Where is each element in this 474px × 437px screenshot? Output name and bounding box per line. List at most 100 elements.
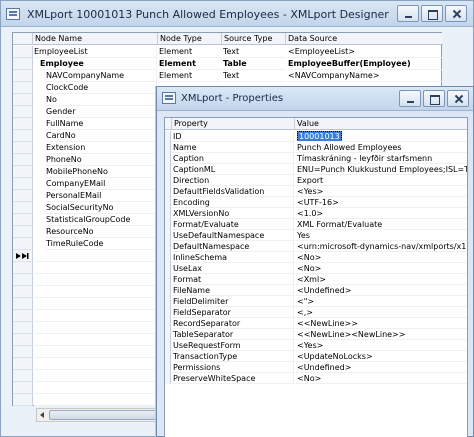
property-row[interactable]: InlineSchema <No> (165, 252, 467, 263)
property-row[interactable]: Permissions <Undefined> (165, 362, 467, 373)
data-source-cell[interactable]: <NAVCompanyName> (288, 70, 442, 82)
node-name-cell[interactable] (34, 298, 157, 310)
row-selector[interactable] (13, 190, 33, 202)
node-name-cell[interactable]: NAVCompanyName (46, 70, 157, 82)
source-type-cell[interactable]: Text (223, 46, 285, 58)
source-type-cell[interactable]: Text (223, 70, 285, 82)
properties-close-button[interactable] (447, 90, 469, 107)
properties-maximize-button[interactable] (423, 90, 445, 107)
row-selector[interactable] (13, 82, 33, 94)
row-selector[interactable] (13, 346, 33, 358)
property-row[interactable]: CaptionML ENU=Punch Klukkustund Employees… (165, 164, 467, 175)
source-type-cell[interactable]: Table (223, 58, 285, 70)
node-name-cell[interactable]: MobilePhoneNo (46, 166, 157, 178)
data-source-cell[interactable]: EmployeeBuffer(Employee) (288, 58, 442, 70)
row-selector[interactable] (13, 262, 33, 274)
row-selector[interactable] (13, 322, 33, 334)
node-name-cell[interactable]: Gender (46, 106, 157, 118)
property-value[interactable]: <No> (295, 263, 467, 274)
property-row[interactable]: Encoding <UTF-16> (165, 197, 467, 208)
properties-grid[interactable]: Property Value ID 10001013 Name Punch Allow… (164, 117, 468, 437)
node-name-cell[interactable] (34, 334, 157, 346)
column-header-source-type[interactable]: Source Type (222, 33, 286, 45)
property-row-selector[interactable] (165, 252, 171, 263)
node-name-cell[interactable]: EmployeeList (34, 46, 157, 58)
property-value[interactable]: ENU=Punch Klukkustund Employees;ISL=Tím.… (295, 164, 467, 175)
property-row-selector[interactable] (165, 351, 171, 362)
property-value[interactable]: <Yes> (295, 340, 467, 351)
node-name-cell[interactable]: SocialSecurityNo (46, 202, 157, 214)
row-selector[interactable] (13, 274, 33, 286)
column-header-data-source[interactable]: Data Source (286, 33, 443, 45)
node-name-cell[interactable]: Employee (40, 58, 157, 70)
property-row[interactable]: TableSeparator <<NewLine><NewLine>> (165, 329, 467, 340)
property-row-selector[interactable] (165, 318, 171, 329)
property-value[interactable]: <urn:microsoft-dynamics-nav/xmlports/x10… (295, 241, 467, 252)
minimize-button[interactable] (397, 5, 419, 22)
property-row-selector[interactable] (165, 186, 171, 197)
table-row[interactable]: Employee Element Table EmployeeBuffer(Emplo… (13, 58, 443, 70)
row-selector[interactable] (13, 226, 33, 238)
node-name-cell[interactable]: ClockCode (46, 82, 157, 94)
property-row[interactable]: DefaultNamespace <urn:microsoft-dynamics-… (165, 241, 467, 252)
maximize-button[interactable] (421, 5, 443, 22)
property-value[interactable]: <Undefined> (295, 362, 467, 373)
property-value[interactable]: <,> (295, 307, 467, 318)
node-name-cell[interactable]: No (46, 94, 157, 106)
column-header-node-name[interactable]: Node Name (33, 33, 158, 45)
property-value[interactable]: <UTF-16> (295, 197, 467, 208)
row-selector[interactable] (13, 154, 33, 166)
properties-titlebar[interactable]: XMLport - Properties (157, 87, 473, 111)
row-selector[interactable] (13, 70, 33, 82)
property-value[interactable]: <UpdateNoLocks> (295, 351, 467, 362)
property-row-selector[interactable] (165, 219, 171, 230)
property-value[interactable]: <Xml> (295, 274, 467, 285)
property-row[interactable]: Caption Tímaskráning - leyfðir starfsmenn (165, 153, 467, 164)
row-selector[interactable] (13, 46, 33, 58)
row-selector[interactable] (13, 178, 33, 190)
node-type-cell[interactable]: Element (159, 58, 221, 70)
property-row[interactable]: UseRequestForm <Yes> (165, 340, 467, 351)
property-row-selector[interactable] (165, 164, 171, 175)
node-name-cell[interactable]: ResourceNo (46, 226, 157, 238)
property-row[interactable]: DefaultFieldsValidation <Yes> (165, 186, 467, 197)
property-value[interactable]: 10001013 (295, 131, 467, 142)
table-row[interactable]: EmployeeList Element Text <EmployeeList> (13, 46, 443, 58)
row-selector[interactable] (13, 106, 33, 118)
node-name-cell[interactable]: CompanyEMail (46, 178, 157, 190)
row-selector[interactable] (13, 298, 33, 310)
row-selector[interactable] (13, 394, 33, 406)
row-selector[interactable] (13, 310, 33, 322)
property-value[interactable]: <1.0> (295, 208, 467, 219)
property-row[interactable]: FieldDelimiter <"> (165, 296, 467, 307)
property-value[interactable]: <Undefined> (295, 285, 467, 296)
property-value[interactable]: <<NewLine>> (295, 318, 467, 329)
property-value[interactable]: XML Format/Evaluate (295, 219, 467, 230)
table-row[interactable]: NAVCompanyName Element Text <NAVCompanyName… (13, 70, 443, 82)
column-header-property[interactable]: Property (172, 118, 295, 130)
property-row[interactable]: RecordSeparator <<NewLine>> (165, 318, 467, 329)
property-value[interactable]: Yes (295, 230, 467, 241)
property-row[interactable]: Direction Export (165, 175, 467, 186)
node-name-cell[interactable] (34, 286, 157, 298)
property-row-selector[interactable] (165, 340, 171, 351)
property-value[interactable]: <No> (295, 373, 467, 384)
node-name-cell[interactable] (34, 394, 157, 406)
node-name-cell[interactable]: CardNo (46, 130, 157, 142)
property-row[interactable]: Format <Xml> (165, 274, 467, 285)
row-selector[interactable] (13, 202, 33, 214)
property-value[interactable]: Tímaskráning - leyfðir starfsmenn (295, 153, 467, 164)
property-row[interactable]: ID 10001013 (165, 131, 467, 142)
property-row-selector[interactable] (165, 296, 171, 307)
node-name-cell[interactable]: PersonalEMail (46, 190, 157, 202)
property-row-selector[interactable] (165, 263, 171, 274)
property-row-selector[interactable] (165, 142, 171, 153)
property-row-selector[interactable] (165, 230, 171, 241)
node-name-cell[interactable] (34, 310, 157, 322)
scroll-left-arrow-icon[interactable] (40, 412, 44, 418)
property-row[interactable]: PreserveWhiteSpace <No> (165, 373, 467, 384)
node-name-cell[interactable] (34, 358, 157, 370)
row-selector[interactable] (13, 382, 33, 394)
close-button[interactable] (445, 5, 467, 22)
property-row-selector[interactable] (165, 153, 171, 164)
